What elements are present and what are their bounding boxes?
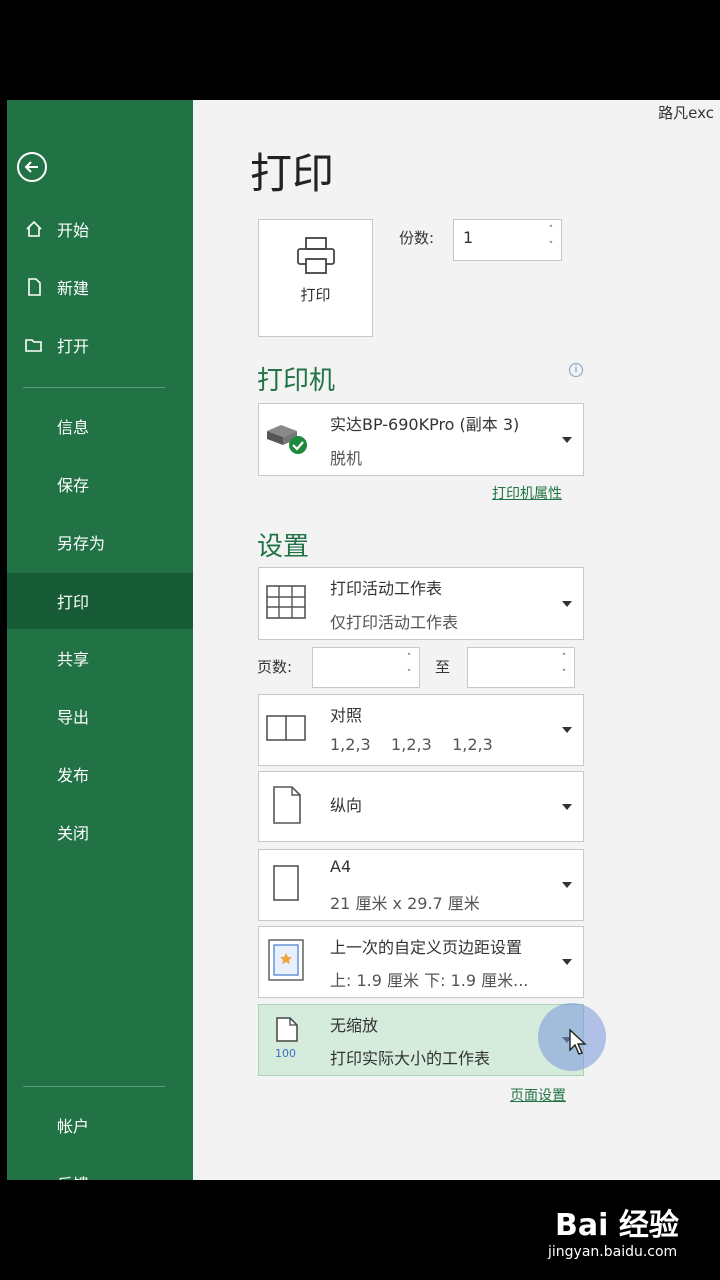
sidebar-item-save-as[interactable]: 另存为 <box>7 520 193 564</box>
sidebar-item-publish[interactable]: 发布 <box>7 752 193 796</box>
paper-size-icon <box>273 865 301 905</box>
baidu-url: jingyan.baidu.com <box>548 1244 678 1260</box>
sidebar-item-label: 信息 <box>57 418 90 437</box>
sidebar-divider <box>23 1086 165 1087</box>
printer-select[interactable]: 实达BP-690KPro (副本 3) 脱机 <box>258 403 584 476</box>
back-button[interactable] <box>17 152 47 182</box>
sidebar-item-print[interactable]: 打印 <box>7 573 193 629</box>
sidebar-item-label: 导出 <box>57 708 90 727</box>
pages-from-input[interactable]: ˄ ˅ <box>312 647 420 688</box>
margins-title: 上一次的自定义页边距设置 <box>330 938 523 957</box>
printer-status: 脱机 <box>330 449 363 468</box>
chevron-down-icon <box>562 727 572 733</box>
page-title: 打印 <box>250 149 335 198</box>
chevron-down-icon <box>562 436 572 443</box>
scaling-icon-text: 100 <box>275 1047 296 1059</box>
margins-select[interactable]: 上一次的自定义页边距设置 上: 1.9 厘米 下: 1.9 厘米... <box>258 926 584 998</box>
sidebar-item-label: 反馈 <box>57 1171 89 1180</box>
sidebar-item-label: 开始 <box>57 221 90 240</box>
settings-section-title: 设置 <box>257 532 310 562</box>
printer-icon <box>297 237 335 274</box>
print-pane: 路凡exc 打印 打印 份数: 1 ˄ ˅ 打印机 i 实达BP-690KPro… <box>193 100 720 1180</box>
collate-subtitle: 1,2,3 1,2,3 1,2,3 <box>330 735 493 754</box>
sidebar-item-label: 关闭 <box>57 824 90 843</box>
copies-label: 份数: <box>399 229 435 247</box>
info-icon[interactable]: i <box>569 363 583 377</box>
printer-ready-icon <box>265 421 309 459</box>
margins-icon <box>268 939 304 985</box>
stepper-arrows-icon[interactable]: ˄ ˅ <box>559 650 569 682</box>
chevron-down-icon <box>562 959 572 965</box>
sidebar-item-new[interactable]: 新建 <box>7 265 193 309</box>
watermark-text: 路凡exc <box>658 104 714 122</box>
collate-select[interactable]: 对照 1,2,3 1,2,3 1,2,3 <box>258 694 584 766</box>
chevron-down-icon <box>562 803 572 810</box>
collate-title: 对照 <box>330 706 363 725</box>
chevron-down-icon <box>562 600 572 607</box>
scaling-select[interactable]: 100 无缩放 打印实际大小的工作表 <box>258 1004 584 1076</box>
margins-subtitle: 上: 1.9 厘米 下: 1.9 厘米... <box>330 971 529 990</box>
sidebar-item-save[interactable]: 保存 <box>7 462 193 506</box>
stepper-arrows-icon[interactable]: ˄ ˅ <box>404 650 414 682</box>
printer-section-title: 打印机 <box>257 366 336 396</box>
mouse-cursor-icon <box>569 1028 587 1055</box>
sidebar-item-share[interactable]: 共享 <box>7 636 193 680</box>
paper-size-title: A4 <box>330 857 352 876</box>
printer-properties-link[interactable]: 打印机属性 <box>492 483 562 503</box>
sidebar-item-account[interactable]: 帐户 <box>7 1103 193 1147</box>
page-setup-link[interactable]: 页面设置 <box>510 1085 566 1105</box>
print-button[interactable]: 打印 <box>258 219 373 337</box>
sidebar-item-label: 共享 <box>57 650 90 669</box>
copies-stepper[interactable]: 1 ˄ ˅ <box>453 219 562 261</box>
grid-sheet-icon <box>266 584 306 623</box>
pages-to-input[interactable]: ˄ ˅ <box>467 647 575 688</box>
sidebar-item-label: 发布 <box>57 766 90 785</box>
sidebar: 开始 新建 打开 信息 保存 另存为 打印 共享 导出 发布 关闭 帐户 <box>7 100 193 1180</box>
paper-size-select[interactable]: A4 21 厘米 x 29.7 厘米 <box>258 849 584 921</box>
sidebar-item-open[interactable]: 打开 <box>7 323 193 367</box>
sidebar-item-export[interactable]: 导出 <box>7 694 193 738</box>
orientation-select[interactable]: 纵向 <box>258 771 584 842</box>
new-file-icon <box>23 276 45 298</box>
print-what-select[interactable]: 打印活动工作表 仅打印活动工作表 <box>258 567 584 640</box>
paper-size-subtitle: 21 厘米 x 29.7 厘米 <box>330 894 480 913</box>
sidebar-item-label: 打开 <box>57 337 90 356</box>
print-what-title: 打印活动工作表 <box>330 579 443 598</box>
sidebar-item-feedback[interactable]: 反馈 <box>7 1161 193 1180</box>
folder-open-icon <box>23 334 45 356</box>
pages-label: 页数: <box>257 658 293 676</box>
scaling-subtitle: 打印实际大小的工作表 <box>330 1049 491 1068</box>
pages-to-label: 至 <box>435 658 451 676</box>
sidebar-divider <box>23 387 165 388</box>
sidebar-item-label: 帐户 <box>57 1117 90 1136</box>
baidu-logo: Bai 经验 <box>555 1208 679 1243</box>
sidebar-item-info[interactable]: 信息 <box>7 404 193 448</box>
print-what-subtitle: 仅打印活动工作表 <box>330 613 459 632</box>
chevron-down-icon <box>562 882 572 888</box>
scaling-title: 无缩放 <box>330 1016 379 1035</box>
sidebar-item-label: 打印 <box>57 593 90 612</box>
print-button-label: 打印 <box>300 286 331 304</box>
sidebar-item-close[interactable]: 关闭 <box>7 810 193 854</box>
orientation-title: 纵向 <box>330 796 363 815</box>
portrait-page-icon <box>273 785 301 828</box>
sidebar-item-label: 新建 <box>57 279 90 298</box>
baidu-watermark: Bai 经验 jingyan.baidu.com <box>548 1200 679 1260</box>
home-icon <box>23 218 45 240</box>
collate-icon <box>266 715 306 745</box>
sidebar-item-label: 另存为 <box>57 534 106 553</box>
scaling-icon: 100 <box>273 1017 303 1063</box>
sidebar-item-home[interactable]: 开始 <box>7 207 193 251</box>
printer-name: 实达BP-690KPro (副本 3) <box>330 415 520 434</box>
excel-backstage: 开始 新建 打开 信息 保存 另存为 打印 共享 导出 发布 关闭 帐户 路凡e… <box>7 100 720 1180</box>
arrow-left-icon <box>24 161 38 173</box>
sidebar-item-label: 保存 <box>57 476 90 495</box>
copies-value: 1 <box>463 228 474 247</box>
stepper-arrows-icon[interactable]: ˄ ˅ <box>546 222 556 254</box>
